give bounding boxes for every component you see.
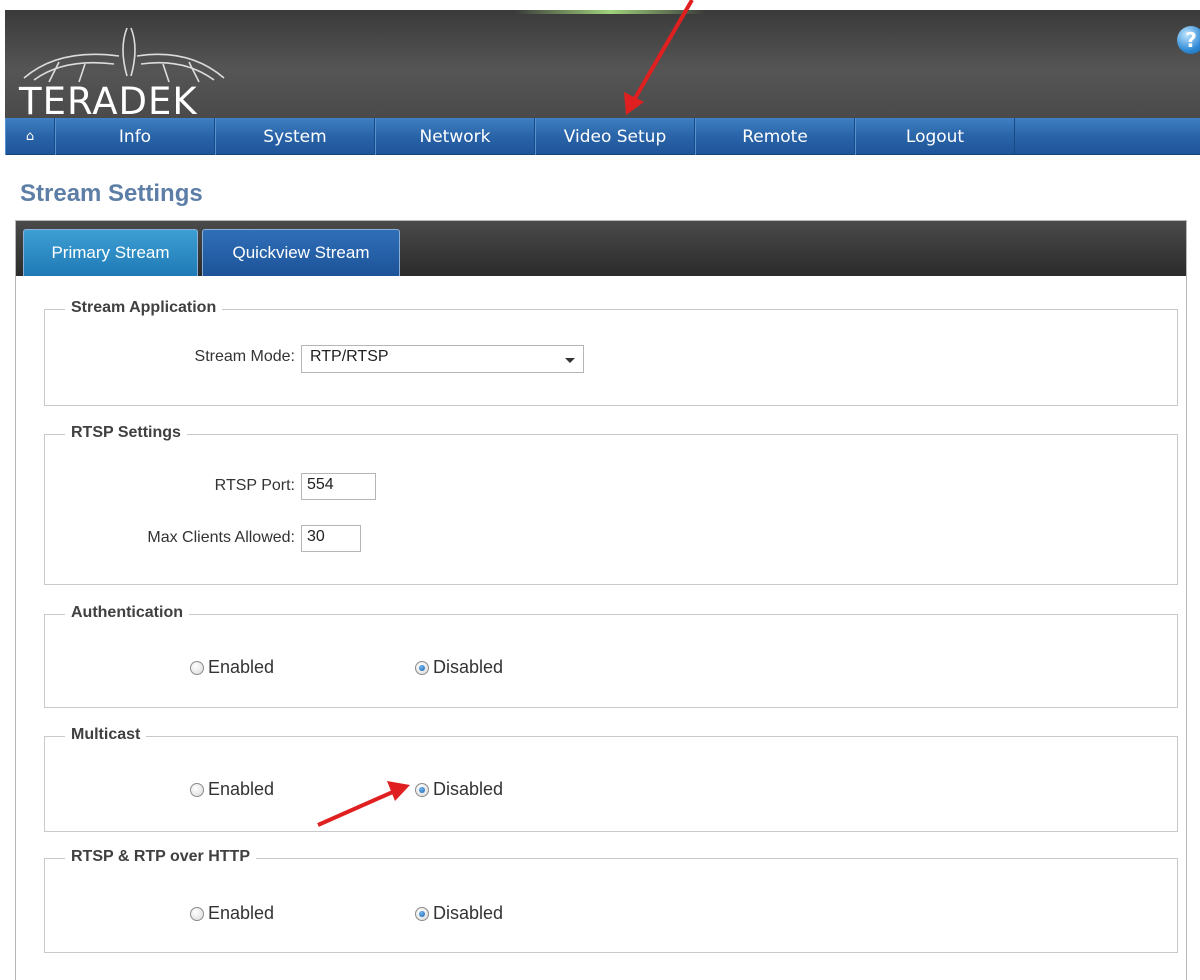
auth-enabled-radio[interactable]: Enabled [190,657,274,678]
chevron-down-icon [565,358,575,363]
auth-disabled-radio[interactable]: Disabled [415,657,503,678]
http-enabled-label: Enabled [208,903,275,923]
logo-antenna-icon [23,27,225,83]
nav-item-network[interactable]: Network [375,118,535,155]
rtsp-port-input[interactable]: 554 [301,473,376,500]
help-icon[interactable]: ? [1177,26,1200,54]
authentication-group: Authentication Enabled Disabled [44,604,1178,708]
nav-item-remote[interactable]: Remote [695,118,855,155]
nav-item-video-setup[interactable]: Video Setup [535,118,695,155]
stream-application-legend: Stream Application [65,299,223,317]
tab-quickview-stream[interactable]: Quickview Stream [202,229,400,276]
radio-unchecked-icon [190,782,204,797]
multicast-enabled-radio[interactable]: Enabled [190,779,274,800]
home-icon[interactable]: ⌂ [5,118,55,155]
tab-primary-stream[interactable]: Primary Stream [23,229,198,276]
logo-text: TERADEK [19,80,198,123]
annotation-arrow-icon [624,0,694,115]
rtsp-over-http-legend: RTSP & RTP over HTTP [65,848,256,866]
auth-enabled-label: Enabled [208,657,275,677]
teradek-logo: TERADEK [19,18,249,123]
radio-checked-icon [415,906,429,921]
auth-disabled-label: Disabled [433,657,504,677]
page-title: Stream Settings [20,180,203,207]
http-disabled-label: Disabled [433,903,504,923]
multicast-disabled-label: Disabled [433,779,504,799]
nav-item-system[interactable]: System [215,118,375,155]
max-clients-label: Max Clients Allowed: [147,529,295,546]
rtsp-over-http-group: RTSP & RTP over HTTP Enabled Disabled [44,848,1178,953]
rtsp-settings-legend: RTSP Settings [65,424,187,442]
max-clients-input[interactable]: 30 [301,525,361,552]
multicast-enabled-label: Enabled [208,779,275,799]
stream-application-group: Stream Application Stream Mode: RTP/RTSP [44,299,1178,406]
multicast-group: Multicast Enabled Disabled [44,726,1178,832]
radio-checked-icon [415,782,429,797]
stream-mode-value: RTP/RTSP [310,348,389,365]
stream-settings-panel: Primary Stream Quickview Stream Stream A… [15,220,1187,980]
annotation-arrow-icon [317,781,410,827]
http-enabled-radio[interactable]: Enabled [190,903,274,924]
main-nav: ⌂ Info System Network Video Setup Remote… [5,118,1200,155]
http-disabled-radio[interactable]: Disabled [415,903,503,924]
multicast-disabled-radio[interactable]: Disabled [415,779,503,800]
multicast-legend: Multicast [65,726,147,744]
radio-unchecked-icon [190,906,204,921]
rtsp-port-label: RTSP Port: [214,477,295,494]
nav-item-logout[interactable]: Logout [855,118,1015,155]
radio-checked-icon [415,660,429,675]
stream-mode-label: Stream Mode: [194,348,295,365]
authentication-legend: Authentication [65,604,189,622]
tab-bar: Primary Stream Quickview Stream [16,221,1186,276]
radio-unchecked-icon [190,660,204,675]
nav-item-info[interactable]: Info [55,118,215,155]
stream-mode-select[interactable]: RTP/RTSP [301,345,584,373]
rtsp-settings-group: RTSP Settings RTSP Port: 554 Max Clients… [44,424,1178,585]
